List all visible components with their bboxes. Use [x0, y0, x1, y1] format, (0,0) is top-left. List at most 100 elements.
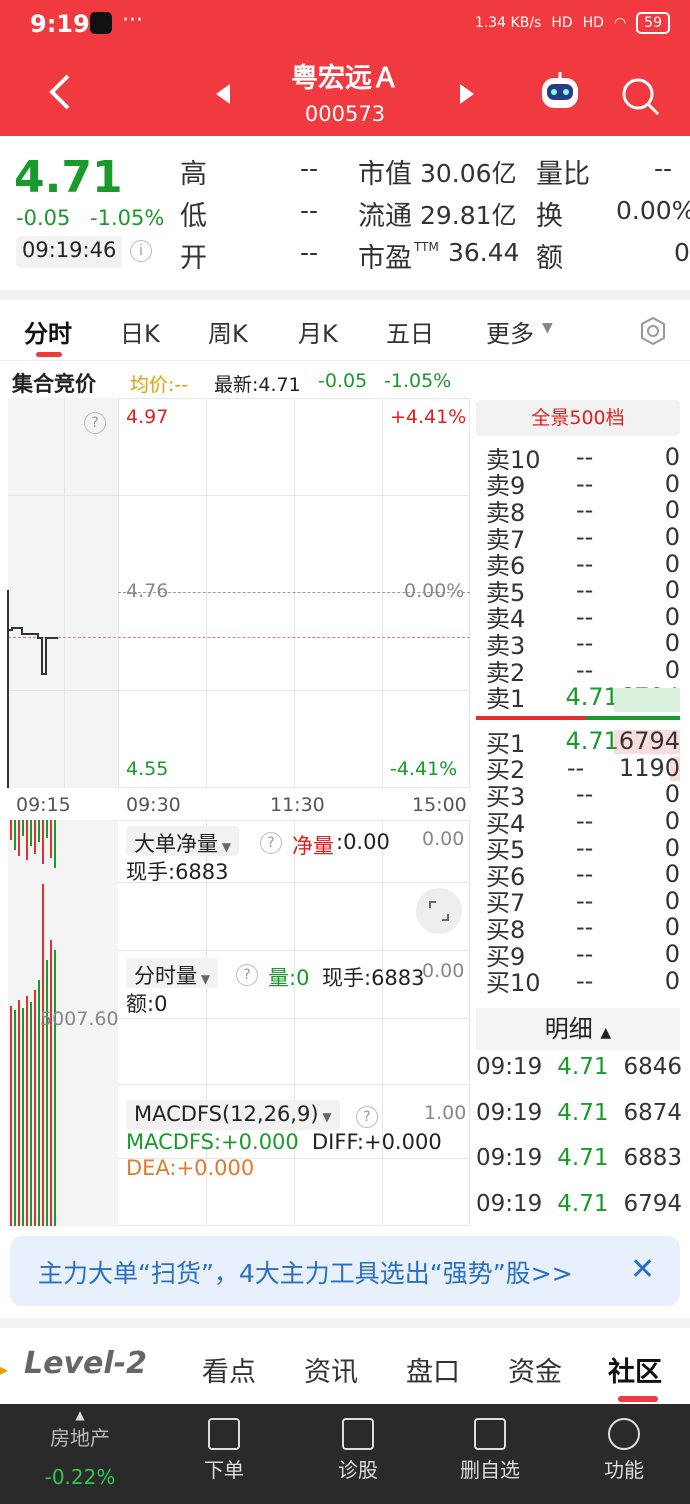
ask-volume: 0: [664, 576, 680, 605]
volume-mid-label: 5007.60: [40, 1008, 119, 1030]
bid-ratio-bar: [586, 716, 680, 720]
detail-volume: 6794: [623, 1190, 682, 1217]
ask-volume: 0: [664, 602, 680, 631]
ask-price: --: [576, 523, 594, 552]
detail-row: 09:19 4.71 6883: [476, 1145, 682, 1171]
more-dots-icon: ···: [122, 8, 143, 33]
bid-volume: 0: [664, 886, 680, 915]
diagnose-icon: [342, 1418, 374, 1450]
grid-line: [118, 950, 470, 951]
status-time: 9:19: [30, 10, 90, 38]
grid-line: [118, 1084, 470, 1085]
sector-button[interactable]: ▲ 房地产 -0.22%: [20, 1404, 140, 1489]
bid-price: 4.71: [565, 727, 619, 756]
tab-level2[interactable]: Level-2: [24, 1346, 147, 1381]
signal-icon-2: HD: [582, 15, 604, 31]
bid-volume: 1190: [618, 753, 680, 782]
stock-name: 粤宏远Ａ: [291, 63, 399, 94]
search-icon[interactable]: [620, 76, 660, 120]
detail-volume: 6883: [623, 1145, 682, 1171]
grid-line: [382, 820, 383, 1226]
y-axis-bottom: 4.55: [126, 758, 169, 780]
detail-price: 4.71: [557, 1099, 609, 1126]
caret-up-icon: ▲: [600, 1025, 612, 1041]
help-icon[interactable]: ?: [84, 412, 106, 434]
high-label: 高: [180, 159, 207, 190]
latest-change: -0.05: [318, 370, 368, 392]
tab-highlights[interactable]: 看点: [202, 1350, 256, 1389]
tab-daily-k[interactable]: 日K: [120, 314, 160, 349]
detail-row: 09:19 4.71 6794: [476, 1191, 682, 1217]
pe-ttm: TTM: [414, 240, 439, 254]
panel2-scale: 0.00: [422, 960, 465, 982]
battery-icon: 59: [636, 12, 670, 34]
quote-summary: 4.71 -0.05 -1.05% 09:19:46 i 高 -- 低 -- 开…: [0, 136, 690, 292]
high-value: --: [300, 154, 319, 183]
tab-more[interactable]: 更多: [486, 314, 534, 349]
macd-title: MACDFS(12,26,9): [134, 1102, 319, 1126]
ask-price: --: [576, 443, 594, 472]
open-value: --: [300, 238, 319, 267]
x-axis-label: 09:30: [126, 794, 181, 816]
amount-label: 额: [536, 243, 563, 274]
grid-line: [118, 1018, 470, 1019]
grid-line: [382, 398, 383, 788]
tab-weekly-k[interactable]: 周K: [208, 314, 248, 349]
help-icon[interactable]: ?: [236, 964, 258, 986]
expand-icon[interactable]: [416, 888, 462, 934]
grid-line: [294, 398, 295, 788]
info-icon[interactable]: i: [130, 240, 152, 262]
open-label: 开: [180, 243, 207, 274]
close-icon[interactable]: ✕: [630, 1252, 655, 1287]
tiktok-icon: [90, 12, 112, 34]
tab-community[interactable]: 社区: [608, 1350, 662, 1389]
settings-icon[interactable]: [638, 316, 668, 350]
tab-five-day[interactable]: 五日: [386, 314, 434, 349]
float-value: 29.81亿: [420, 201, 517, 230]
tab-handicap[interactable]: 盘口: [406, 1350, 460, 1389]
bid-level: 买10: [486, 969, 541, 998]
signal-icon-1: HD: [551, 15, 573, 31]
promo-banner[interactable]: 主力大单“扫货”，4大主力工具选出“强势”股>> ✕: [10, 1236, 680, 1306]
ask-volume: 0: [664, 496, 680, 525]
status-indicators: 1.34 KB/s HD HD ◠ 59: [475, 12, 670, 34]
amount-value-2: 额:0: [126, 992, 168, 1016]
next-stock-button[interactable]: [458, 82, 476, 110]
detail-row: 09:19 4.71 6874: [476, 1100, 682, 1126]
bid-price: --: [576, 966, 594, 995]
big-order-title: 大单净量: [134, 832, 218, 856]
turnover-label: 换: [536, 201, 563, 232]
remove-watchlist-button[interactable]: 删自选: [430, 1404, 550, 1483]
y-axis-top: 4.97: [126, 406, 169, 428]
tab-intraday[interactable]: 分时: [24, 314, 72, 349]
bid-price: --: [576, 807, 594, 836]
pe-label: 市盈: [358, 243, 412, 274]
help-icon[interactable]: ?: [260, 832, 282, 854]
tab-news[interactable]: 资讯: [304, 1350, 358, 1389]
detail-header[interactable]: 明细 ▲: [476, 1008, 680, 1050]
auction-price-line: [7, 590, 58, 788]
tab-monthly-k[interactable]: 月K: [298, 314, 338, 349]
timeshare-volume-selector[interactable]: 分时量 ▼: [126, 958, 219, 988]
net-volume-value: :0.00: [336, 830, 390, 854]
detail-time: 09:19: [476, 1190, 543, 1217]
bottom-action-bar: ▲ 房地产 -0.22% 下单 诊股 删自选 功能: [0, 1404, 690, 1504]
menu-icon: [608, 1418, 640, 1450]
tab-funds[interactable]: 资金: [508, 1350, 562, 1389]
ask-level: 卖1: [486, 685, 526, 714]
order-button[interactable]: 下单: [164, 1404, 284, 1483]
bid-price: --: [576, 940, 594, 969]
y-axis-mid: 4.76: [126, 580, 169, 602]
panel1-scale: 0.00: [422, 828, 465, 850]
bid-price: --: [576, 913, 594, 942]
bid-price: --: [576, 886, 594, 915]
diagnose-button[interactable]: 诊股: [298, 1404, 418, 1483]
big-order-selector[interactable]: 大单净量 ▼: [126, 826, 240, 856]
current-hand: 现手:6883: [126, 860, 229, 884]
function-button[interactable]: 功能: [564, 1404, 684, 1483]
help-icon[interactable]: ?: [356, 1106, 378, 1128]
robot-assistant-icon[interactable]: [538, 72, 582, 116]
full-depth-button[interactable]: 全景500档: [476, 400, 680, 436]
macd-selector[interactable]: MACDFS(12,26,9) ▼: [126, 1100, 340, 1130]
function-label: 功能: [604, 1458, 644, 1482]
